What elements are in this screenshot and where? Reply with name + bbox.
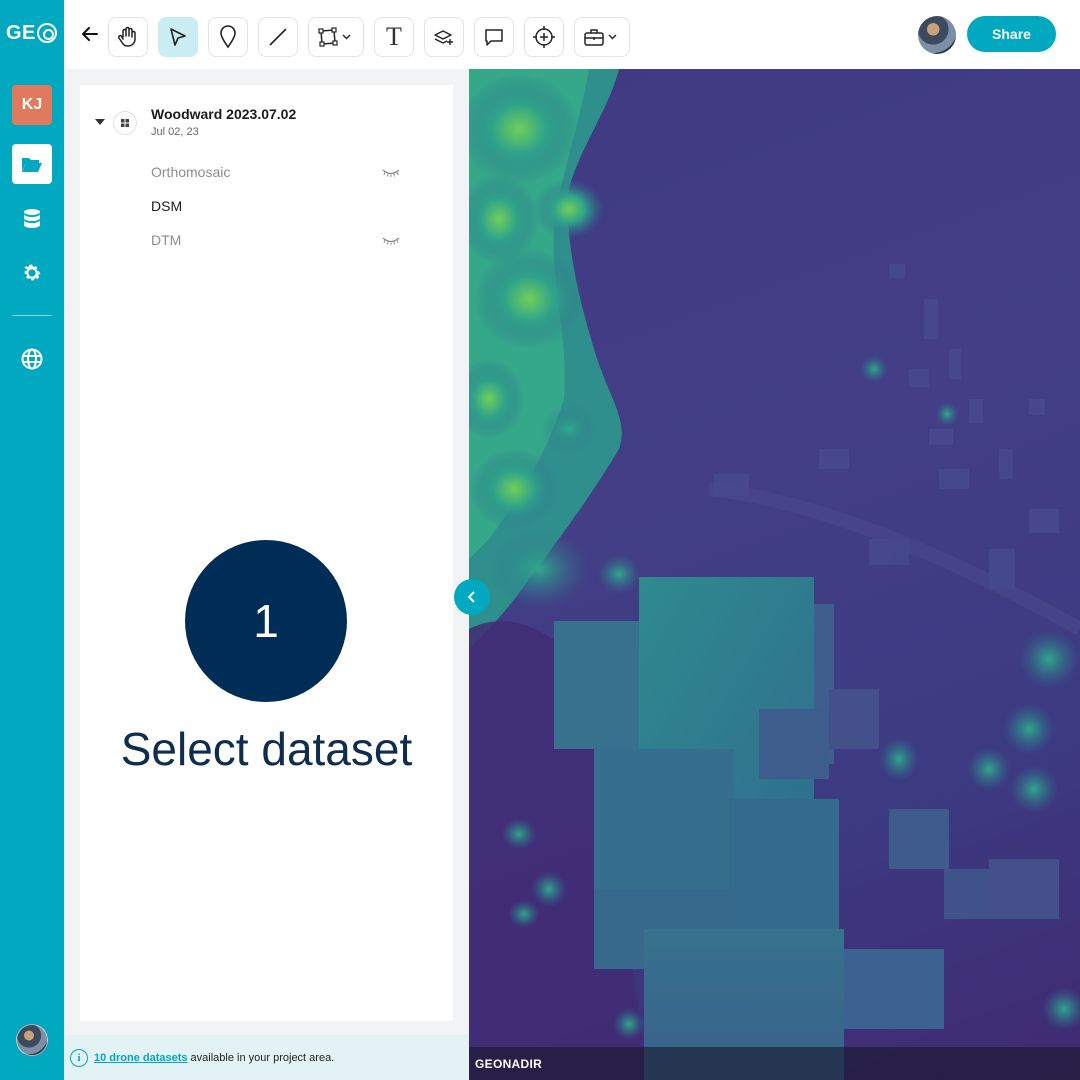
gear-icon — [24, 264, 41, 281]
logo-text: GE — [6, 21, 36, 44]
dataset-title[interactable]: Woodward 2023.07.02 — [151, 106, 296, 122]
caret-down-icon[interactable] — [95, 119, 105, 125]
line-measure-icon — [269, 28, 287, 46]
hand-pan-icon — [118, 26, 136, 47]
add-location-icon — [533, 26, 555, 48]
text-tool-button[interactable]: T — [374, 17, 414, 57]
eye-closed-icon[interactable] — [382, 167, 400, 177]
dataset-grid-icon[interactable] — [113, 111, 137, 135]
map-attribution-bar: GEONADIR — [469, 1047, 1080, 1080]
polygon-tool-button[interactable] — [308, 17, 364, 57]
chevron-left-icon — [467, 591, 475, 603]
comment-button[interactable] — [474, 17, 514, 57]
add-layer-button[interactable] — [424, 17, 464, 57]
database-icon — [24, 209, 40, 228]
select-tool-button[interactable] — [158, 17, 198, 57]
top-toolbar: T Share — [64, 0, 1080, 69]
map-canvas[interactable] — [469, 69, 1080, 1080]
layer-dtm[interactable]: DTM — [151, 232, 181, 248]
pointer-select-icon — [170, 28, 186, 46]
step-number-badge: 1 — [185, 540, 347, 702]
left-rail: GE KJ — [0, 0, 64, 1080]
line-tool-button[interactable] — [258, 17, 298, 57]
chevron-down-icon — [342, 34, 351, 40]
explore-button[interactable] — [12, 339, 52, 379]
logo-target-icon — [36, 23, 57, 43]
layer-orthomosaic[interactable]: Orthomosaic — [151, 164, 230, 180]
geonadir-logo[interactable]: GE — [6, 22, 60, 44]
marker-tool-button[interactable] — [208, 17, 248, 57]
map-pin-icon — [220, 25, 236, 49]
toolbox-button[interactable] — [574, 17, 630, 57]
projects-button[interactable] — [12, 144, 52, 184]
rail-divider — [12, 315, 52, 316]
back-arrow-icon[interactable] — [80, 24, 100, 44]
profile-avatar[interactable] — [16, 1024, 48, 1056]
folder-open-icon — [22, 158, 42, 172]
globe-icon — [21, 348, 43, 370]
settings-button[interactable] — [12, 253, 52, 293]
text-tool-icon: T — [386, 22, 402, 51]
toolbox-icon — [584, 29, 604, 46]
dataset-panel: Woodward 2023.07.02 Jul 02, 23 Orthomosa… — [80, 85, 453, 1021]
dataset-date: Jul 02, 23 — [151, 126, 199, 138]
user-initials-badge[interactable]: KJ — [12, 85, 52, 125]
geonadir-watermark: GEONADIR — [475, 1057, 543, 1071]
collapse-panel-button[interactable] — [454, 579, 490, 615]
comment-icon — [485, 29, 503, 46]
pan-tool-button[interactable] — [108, 17, 148, 57]
info-text: available in your project area. — [190, 1051, 335, 1064]
add-location-button[interactable] — [524, 17, 564, 57]
eye-closed-icon[interactable] — [382, 235, 400, 245]
step-instruction: Select dataset — [120, 723, 413, 775]
share-button[interactable]: Share — [967, 16, 1056, 52]
dsm-elevation-raster — [469, 69, 1080, 1080]
info-bar: i 10 drone datasets available in your pr… — [64, 1035, 469, 1080]
layer-dsm[interactable]: DSM — [151, 198, 182, 214]
polygon-icon — [318, 27, 338, 47]
datasets-button[interactable] — [12, 199, 52, 239]
drone-datasets-link[interactable]: 10 drone datasets — [94, 1052, 188, 1064]
info-icon: i — [70, 1048, 88, 1067]
chevron-down-icon — [608, 34, 617, 40]
collaborator-avatar[interactable] — [918, 16, 956, 54]
add-layer-icon — [434, 30, 453, 45]
